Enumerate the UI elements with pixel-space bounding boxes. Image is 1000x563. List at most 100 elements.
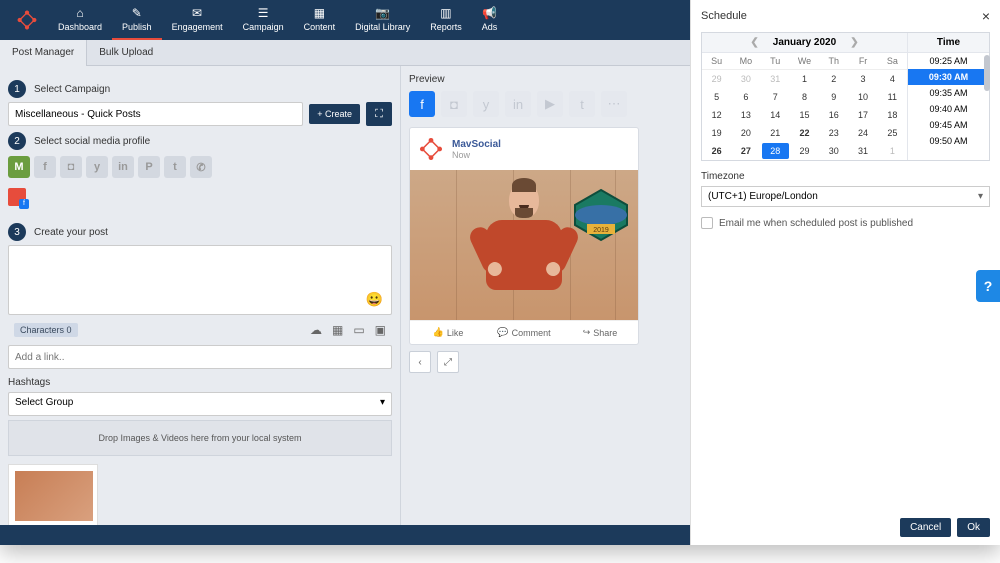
calendar-day[interactable]: 16 <box>819 106 848 124</box>
calendar-day[interactable]: 12 <box>702 106 731 124</box>
social-icon-1[interactable]: f <box>34 156 56 178</box>
help-tab[interactable]: ? <box>976 270 1000 302</box>
calendar-day[interactable]: 14 <box>761 106 790 124</box>
calendar-day[interactable]: 27 <box>731 142 760 160</box>
campaign-input[interactable] <box>8 102 303 126</box>
preview-tab-tumblr[interactable]: t <box>569 91 595 117</box>
calendar-day[interactable]: 31 <box>761 70 790 88</box>
time-option[interactable]: 09:25 AM <box>908 53 989 69</box>
calendar-day[interactable]: 4 <box>878 70 907 88</box>
social-icon-4[interactable]: in <box>112 156 134 178</box>
calendar-day[interactable]: 5 <box>702 88 731 106</box>
schedule-panel: Schedule × ❮ January 2020 ❯ SuMoTuWeThFr… <box>690 0 1000 545</box>
nav-ads[interactable]: 📢Ads <box>472 0 508 40</box>
create-campaign-button[interactable]: + Create <box>309 104 360 124</box>
time-option[interactable]: 09:35 AM <box>908 85 989 101</box>
media-dropzone[interactable]: Drop Images & Videos here from your loca… <box>8 420 392 456</box>
social-icon-2[interactable]: ◘ <box>60 156 82 178</box>
preview-tab-twitter[interactable]: y <box>473 91 499 117</box>
calendar-day[interactable]: 7 <box>761 88 790 106</box>
subtab-bulk-upload[interactable]: Bulk Upload <box>87 40 165 66</box>
time-option[interactable]: 09:40 AM <box>908 101 989 117</box>
nav-digital-library[interactable]: 📷Digital Library <box>345 0 420 40</box>
calendar-day[interactable]: 13 <box>731 106 760 124</box>
social-icon-5[interactable]: P <box>138 156 160 178</box>
calendar-day[interactable]: 10 <box>848 88 877 106</box>
calendar-day[interactable]: 3 <box>848 70 877 88</box>
cloud-icon[interactable]: ☁ <box>310 323 322 337</box>
media-thumbnail[interactable] <box>8 464 98 525</box>
close-icon[interactable]: × <box>982 8 990 24</box>
share-button[interactable]: ↪Share <box>562 321 638 344</box>
cancel-button[interactable]: Cancel <box>900 518 951 537</box>
post-time: Now <box>452 150 501 160</box>
step-number: 1 <box>8 80 26 98</box>
calendar-day[interactable]: 8 <box>790 88 819 106</box>
timezone-select[interactable]: (UTC+1) Europe/London <box>701 186 990 207</box>
nav-dashboard[interactable]: ⌂Dashboard <box>48 0 112 40</box>
ok-button[interactable]: Ok <box>957 518 990 537</box>
account-name: MavSocial <box>452 139 501 150</box>
calendar-day[interactable]: 28 <box>762 143 789 159</box>
calendar-day[interactable]: 9 <box>819 88 848 106</box>
calendar-day[interactable]: 1 <box>878 142 907 160</box>
preview-tab-other[interactable]: ⋯ <box>601 91 627 117</box>
social-icon-7[interactable]: ✆ <box>190 156 212 178</box>
preview-tab-instagram[interactable]: ◘ <box>441 91 467 117</box>
calendar-day[interactable]: 26 <box>702 142 731 160</box>
social-icon-6[interactable]: t <box>164 156 186 178</box>
selected-account[interactable]: f <box>8 188 26 206</box>
time-option[interactable]: 09:30 AM <box>908 69 989 85</box>
nav-engagement[interactable]: ✉Engagement <box>162 0 233 40</box>
time-scrollbar[interactable] <box>984 55 990 91</box>
social-icon-0[interactable]: M <box>8 156 30 178</box>
preview-tab-youtube[interactable]: ▶ <box>537 91 563 117</box>
prev-preview-button[interactable]: ‹ <box>409 351 431 373</box>
emoji-icon[interactable]: 😀 <box>366 291 383 308</box>
calendar-day[interactable]: 23 <box>819 124 848 142</box>
calendar-day[interactable]: 15 <box>790 106 819 124</box>
step-number: 3 <box>8 223 26 241</box>
time-option[interactable]: 09:45 AM <box>908 117 989 133</box>
nav-publish[interactable]: ✎Publish <box>112 0 162 40</box>
calendar-day[interactable]: 29 <box>790 142 819 160</box>
calendar-day[interactable]: 21 <box>761 124 790 142</box>
calendar-day[interactable]: 25 <box>878 124 907 142</box>
calendar-icon[interactable]: ▦ <box>332 323 343 337</box>
calendar-day[interactable]: 30 <box>819 142 848 160</box>
post-editor[interactable]: 😀 <box>8 245 392 315</box>
nav-reports[interactable]: ▥Reports <box>420 0 472 40</box>
briefcase-icon[interactable]: ▭ <box>353 323 364 337</box>
hashtags-select[interactable]: Select Group▾ <box>8 392 392 416</box>
calendar-day[interactable]: 20 <box>731 124 760 142</box>
calendar-day[interactable]: 18 <box>878 106 907 124</box>
time-option[interactable]: 09:50 AM <box>908 133 989 149</box>
comment-button[interactable]: 💬Comment <box>486 321 562 344</box>
expand-preview-button[interactable]: ⤢ <box>437 351 459 373</box>
calendar-day[interactable]: 19 <box>702 124 731 142</box>
calendar-day[interactable]: 22 <box>790 124 819 142</box>
subtab-post-manager[interactable]: Post Manager <box>0 40 87 66</box>
calendar-day[interactable]: 1 <box>790 70 819 88</box>
email-notify-checkbox[interactable] <box>701 217 713 229</box>
link-input[interactable] <box>8 345 392 369</box>
preview-tab-facebook[interactable]: f <box>409 91 435 117</box>
calendar-day[interactable]: 6 <box>731 88 760 106</box>
calendar-day[interactable]: 2 <box>819 70 848 88</box>
like-button[interactable]: 👍Like <box>410 321 486 344</box>
calendar-day[interactable]: 17 <box>848 106 877 124</box>
calendar-day[interactable]: 31 <box>848 142 877 160</box>
prev-month-button[interactable]: ❮ <box>750 37 758 48</box>
calendar-day[interactable]: 29 <box>702 70 731 88</box>
nav-content[interactable]: ▦Content <box>294 0 346 40</box>
compose-panel: 1Select Campaign + Create ⛶ 2Select soci… <box>0 66 400 525</box>
image-icon[interactable]: ▣ <box>375 323 386 337</box>
calendar-day[interactable]: 30 <box>731 70 760 88</box>
calendar-day[interactable]: 11 <box>878 88 907 106</box>
calendar-day[interactable]: 24 <box>848 124 877 142</box>
social-icon-3[interactable]: y <box>86 156 108 178</box>
preview-tab-linkedin[interactable]: in <box>505 91 531 117</box>
campaign-settings-button[interactable]: ⛶ <box>366 102 392 126</box>
next-month-button[interactable]: ❯ <box>850 37 858 48</box>
nav-campaign[interactable]: ☰Campaign <box>233 0 294 40</box>
